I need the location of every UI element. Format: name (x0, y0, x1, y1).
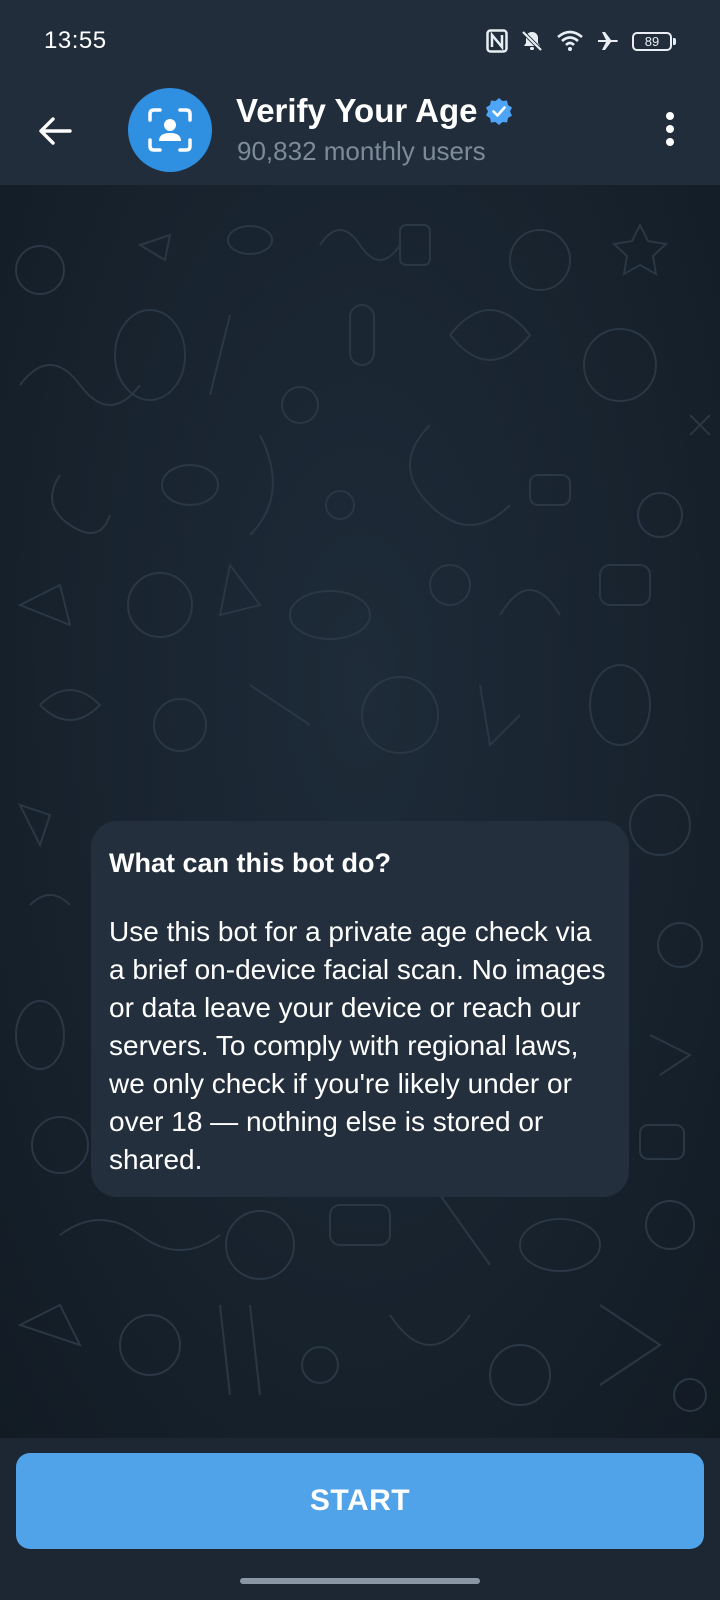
status-time: 13:55 (44, 27, 107, 54)
chat-title-row[interactable]: Verify Your Age (236, 92, 513, 130)
chat-area[interactable]: What can this bot do? Use this bot for a… (0, 185, 720, 1438)
more-vertical-icon (666, 112, 674, 146)
home-indicator[interactable] (240, 1578, 480, 1584)
top-app-bar: 13:55 89 Verify Your Age 90,832 monthly … (0, 0, 720, 185)
chat-subtitle: 90,832 monthly users (237, 136, 486, 166)
airplane-icon (596, 29, 620, 53)
face-scan-icon (148, 108, 192, 152)
more-options-button[interactable] (650, 106, 690, 152)
start-button[interactable]: START (16, 1453, 704, 1549)
bot-description-title: What can this bot do? (109, 848, 391, 878)
wifi-icon (556, 30, 584, 52)
status-bar: 13:55 89 (0, 0, 720, 84)
back-button[interactable] (30, 106, 80, 156)
chat-wallpaper-pattern (15, 222, 711, 1412)
bell-off-icon (520, 29, 544, 53)
bot-description-bubble: What can this bot do? Use this bot for a… (91, 821, 629, 1198)
bot-avatar[interactable] (128, 88, 212, 172)
status-icons: 89 (486, 26, 676, 56)
chat-title: Verify Your Age (236, 92, 478, 129)
bottom-panel: START (0, 1438, 720, 1600)
battery-icon: 89 (632, 31, 676, 51)
bot-description-text: Use this bot for a private age check via… (109, 916, 606, 1176)
arrow-left-icon (39, 117, 72, 145)
verified-badge-icon (486, 98, 513, 125)
nfc-icon (486, 29, 508, 53)
